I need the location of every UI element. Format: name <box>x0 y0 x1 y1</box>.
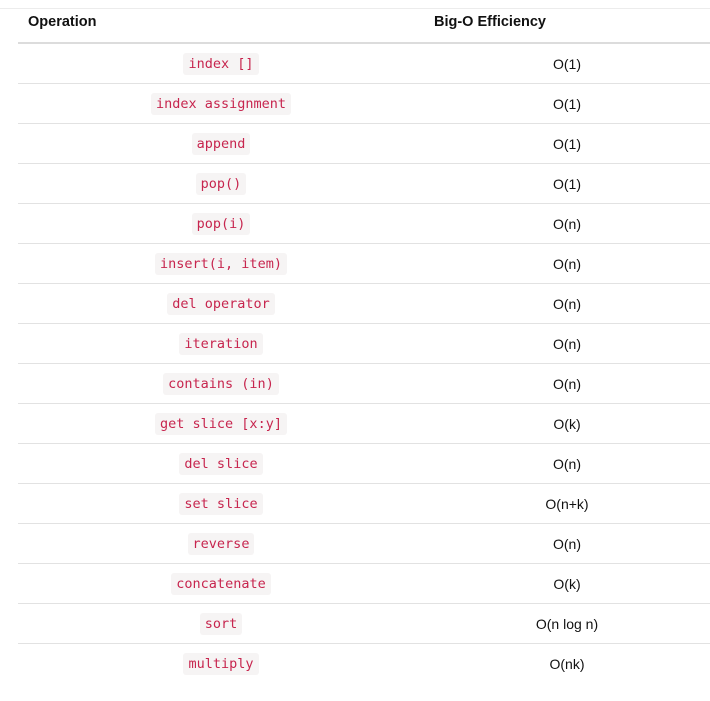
efficiency-value: O(n) <box>553 255 581 272</box>
efficiency-cell: O(1) <box>424 163 710 204</box>
efficiency-cell: O(1) <box>424 123 710 164</box>
operation-cell: sort <box>18 603 424 644</box>
operation-cell: insert(i, item) <box>18 243 424 284</box>
operation-code: multiply <box>183 653 259 675</box>
efficiency-cell: O(n) <box>424 323 710 364</box>
operation-code: reverse <box>187 533 255 555</box>
operation-code: contains (in) <box>163 373 279 395</box>
operation-code: append <box>191 133 251 155</box>
efficiency-cell: O(n) <box>424 363 710 404</box>
operation-code: pop() <box>195 173 247 195</box>
operation-cell: reverse <box>18 523 424 564</box>
operation-code: iteration <box>179 333 263 355</box>
operation-code: set slice <box>179 493 263 515</box>
efficiency-value: O(n) <box>553 335 581 352</box>
efficiency-cell: O(n) <box>424 523 710 564</box>
operation-cell: del slice <box>18 443 424 484</box>
efficiency-cell: O(n log n) <box>424 603 710 644</box>
efficiency-cell: O(n) <box>424 443 710 484</box>
list-operations-table: Operation Big-O Efficiency index [] O(1)… <box>18 2 710 683</box>
operation-cell: pop(i) <box>18 203 424 244</box>
efficiency-value: O(1) <box>553 175 581 192</box>
operation-code: del slice <box>179 453 263 475</box>
operation-cell: index assignment <box>18 83 424 124</box>
table-row: del operator O(n) <box>18 283 710 324</box>
column-header-efficiency: Big-O Efficiency <box>424 2 710 44</box>
operation-cell: pop() <box>18 163 424 204</box>
operation-cell: contains (in) <box>18 363 424 404</box>
efficiency-cell: O(n) <box>424 283 710 324</box>
operation-cell: del operator <box>18 283 424 324</box>
table-row: del slice O(n) <box>18 443 710 484</box>
efficiency-value: O(1) <box>553 135 581 152</box>
efficiency-value: O(n+k) <box>545 495 589 512</box>
operation-cell: index [] <box>18 43 424 84</box>
table-row: reverse O(n) <box>18 523 710 564</box>
efficiency-cell: O(k) <box>424 563 710 604</box>
efficiency-cell: O(1) <box>424 43 710 84</box>
operation-code: insert(i, item) <box>155 253 287 275</box>
table-row: iteration O(n) <box>18 323 710 364</box>
efficiency-cell: O(1) <box>424 83 710 124</box>
table-header-row: Operation Big-O Efficiency <box>18 2 710 44</box>
efficiency-cell: O(nk) <box>424 644 710 684</box>
efficiency-value: O(n) <box>553 535 581 552</box>
efficiency-value: O(n) <box>553 455 581 472</box>
operation-code: index [] <box>183 53 259 75</box>
operation-cell: multiply <box>18 644 424 684</box>
efficiency-value: O(1) <box>553 55 581 72</box>
table-row: multiply O(nk) <box>18 644 710 684</box>
table-row: sort O(n log n) <box>18 603 710 644</box>
operation-cell: concatenate <box>18 563 424 604</box>
efficiency-value: O(n log n) <box>535 615 599 632</box>
efficiency-value: O(k) <box>553 575 581 592</box>
operation-code: del operator <box>167 293 275 315</box>
table-row: pop() O(1) <box>18 163 710 204</box>
efficiency-cell: O(n) <box>424 203 710 244</box>
operation-code: pop(i) <box>191 213 251 235</box>
efficiency-value: O(nk) <box>549 655 585 672</box>
operation-code: index assignment <box>150 93 292 115</box>
table-row: index assignment O(1) <box>18 83 710 124</box>
table-row: append O(1) <box>18 123 710 164</box>
efficiency-value: O(n) <box>553 215 581 232</box>
efficiency-cell: O(k) <box>424 403 710 444</box>
table-row: contains (in) O(n) <box>18 363 710 404</box>
column-header-operation: Operation <box>18 2 424 44</box>
operation-code: sort <box>199 613 243 635</box>
table-row: index [] O(1) <box>18 43 710 84</box>
table-row: insert(i, item) O(n) <box>18 243 710 284</box>
efficiency-value: O(n) <box>553 375 581 392</box>
operation-cell: iteration <box>18 323 424 364</box>
operation-code: get slice [x:y] <box>155 413 287 435</box>
table-row: set slice O(n+k) <box>18 483 710 524</box>
table-row: get slice [x:y] O(k) <box>18 403 710 444</box>
operation-cell: append <box>18 123 424 164</box>
efficiency-cell: O(n+k) <box>424 483 710 524</box>
efficiency-cell: O(n) <box>424 243 710 284</box>
efficiency-value: O(n) <box>553 295 581 312</box>
operation-code: concatenate <box>171 573 271 595</box>
efficiency-value: O(k) <box>553 415 581 432</box>
table-row: concatenate O(k) <box>18 563 710 604</box>
efficiency-value: O(1) <box>553 95 581 112</box>
operation-cell: get slice [x:y] <box>18 403 424 444</box>
operation-cell: set slice <box>18 483 424 524</box>
table-row: pop(i) O(n) <box>18 203 710 244</box>
